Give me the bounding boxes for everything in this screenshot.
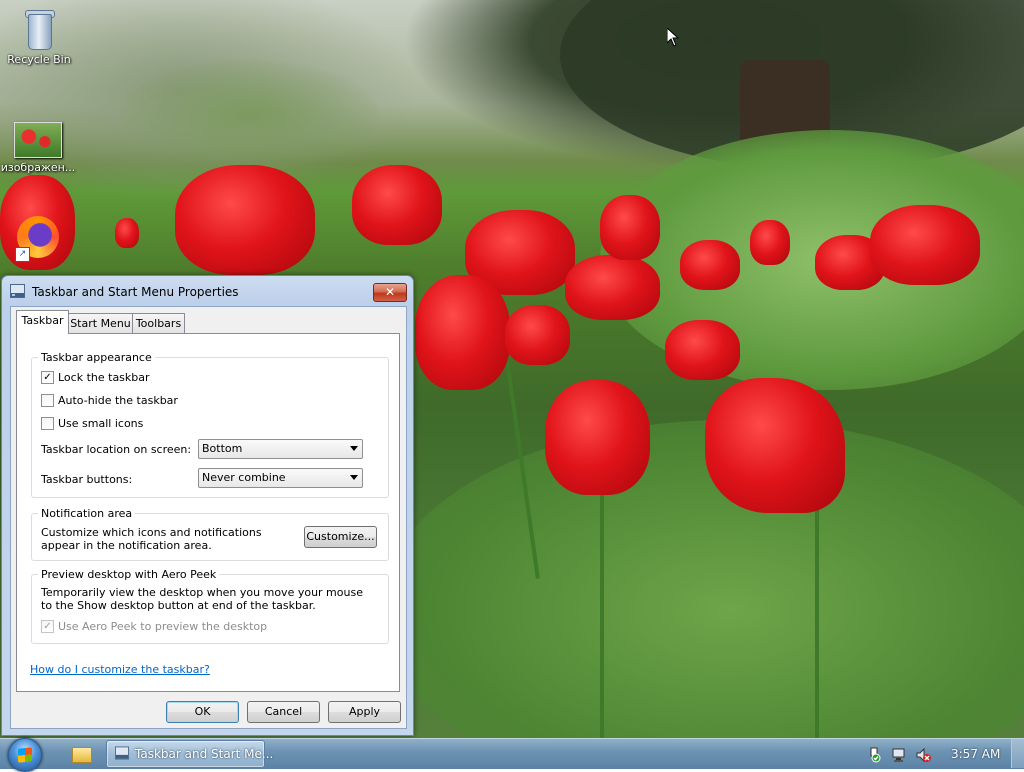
- background-trees: [120, 60, 380, 170]
- show-desktop-button[interactable]: [1011, 739, 1024, 768]
- tulip: [505, 305, 570, 365]
- ok-button[interactable]: OK: [166, 701, 239, 723]
- taskbar-explorer-button[interactable]: [60, 741, 102, 767]
- desktop-icon-recycle-bin[interactable]: Recycle Bin: [1, 6, 77, 66]
- clock[interactable]: 3:57 AM: [951, 747, 1000, 761]
- tulip: [565, 255, 660, 320]
- network-icon[interactable]: [891, 747, 907, 763]
- group-aero-peek: Preview desktop with Aero Peek Temporari…: [31, 568, 389, 644]
- taskbar-buttons-label: Taskbar buttons:: [41, 473, 133, 486]
- volume-muted-icon[interactable]: [915, 747, 931, 763]
- taskbar-properties-icon: [10, 284, 25, 298]
- help-link[interactable]: How do I customize the taskbar?: [30, 663, 210, 676]
- notification-description: Customize which icons and notifications …: [41, 526, 262, 552]
- dropdown-value: Bottom: [202, 442, 243, 455]
- taskbar: Taskbar and Start Me... 3:57 AM: [0, 738, 1024, 772]
- shortcut-arrow-icon: ↗: [15, 247, 30, 262]
- tulip: [680, 240, 740, 290]
- cancel-button[interactable]: Cancel: [247, 701, 320, 723]
- folder-icon: [72, 747, 92, 763]
- tulip-leaves: [380, 420, 1024, 738]
- aero-peek-description: Temporarily view the desktop when you mo…: [41, 586, 363, 612]
- tulip: [870, 205, 980, 285]
- tulip: [750, 220, 790, 265]
- taskbar-properties-dialog: Taskbar and Start Menu Properties ✕ Task…: [1, 275, 414, 736]
- start-button[interactable]: [8, 738, 42, 772]
- desktop-icon-firefox[interactable]: ↗: [0, 216, 76, 262]
- chevron-down-icon: [350, 446, 358, 451]
- close-button[interactable]: ✕: [373, 283, 407, 302]
- small-icons-checkbox[interactable]: [41, 417, 54, 430]
- action-center-icon[interactable]: [866, 747, 882, 763]
- image-file-icon: [14, 122, 62, 158]
- tulip: [115, 218, 139, 248]
- tab-start-menu[interactable]: Start Menu: [68, 313, 133, 333]
- group-title: Notification area: [38, 507, 136, 520]
- tulip: [352, 165, 442, 245]
- dialog-title: Taskbar and Start Menu Properties: [32, 285, 239, 299]
- title-bar[interactable]: Taskbar and Start Menu Properties ✕: [2, 276, 413, 306]
- recycle-bin-icon: [22, 6, 56, 50]
- location-dropdown[interactable]: Bottom: [198, 439, 363, 459]
- apply-button[interactable]: Apply: [328, 701, 401, 723]
- tulip: [705, 378, 845, 513]
- desktop-icon-label: Recycle Bin: [7, 53, 71, 66]
- checkbox-label: Use Aero Peek to preview the desktop: [58, 620, 268, 633]
- desktop-icon-label: изображен...: [0, 161, 76, 174]
- taskbar-buttons-dropdown[interactable]: Never combine: [198, 468, 363, 488]
- taskbar-properties-icon: [115, 746, 129, 760]
- tab-taskbar[interactable]: Taskbar: [16, 310, 69, 334]
- group-taskbar-appearance: Taskbar appearance ✓ Lock the taskbar Au…: [31, 351, 389, 498]
- taskbar-window-button[interactable]: Taskbar and Start Me...: [106, 740, 273, 768]
- location-label: Taskbar location on screen:: [41, 443, 192, 456]
- tulip: [545, 380, 650, 495]
- chevron-down-icon: [350, 475, 358, 480]
- taskbar-window-label: Taskbar and Start Me...: [135, 747, 274, 761]
- group-title: Taskbar appearance: [38, 351, 155, 364]
- dropdown-value: Never combine: [202, 471, 286, 484]
- aero-peek-checkbox: ✓: [41, 620, 54, 633]
- tab-toolbars[interactable]: Toolbars: [132, 313, 185, 333]
- auto-hide-checkbox[interactable]: [41, 394, 54, 407]
- checkbox-label: Use small icons: [58, 417, 144, 430]
- tulip-stem: [600, 470, 604, 738]
- tulip: [665, 320, 740, 380]
- tulip: [175, 165, 315, 275]
- customize-button[interactable]: Customize...: [304, 526, 377, 548]
- windows-logo-icon: [18, 747, 32, 763]
- group-notification-area: Notification area Customize which icons …: [31, 507, 389, 561]
- group-title: Preview desktop with Aero Peek: [38, 568, 220, 581]
- dialog-client-area: Taskbar Start Menu Toolbars Taskbar appe…: [10, 306, 407, 729]
- checkbox-label: Lock the taskbar: [58, 371, 150, 384]
- tab-panel-taskbar: Taskbar appearance ✓ Lock the taskbar Au…: [16, 333, 400, 692]
- checkbox-label: Auto-hide the taskbar: [58, 394, 178, 407]
- firefox-icon: ↗: [15, 216, 59, 262]
- lock-taskbar-checkbox[interactable]: ✓: [41, 371, 54, 384]
- tulip: [415, 275, 510, 390]
- tulip: [600, 195, 660, 260]
- desktop-icon-image-file[interactable]: изображен...: [0, 122, 76, 174]
